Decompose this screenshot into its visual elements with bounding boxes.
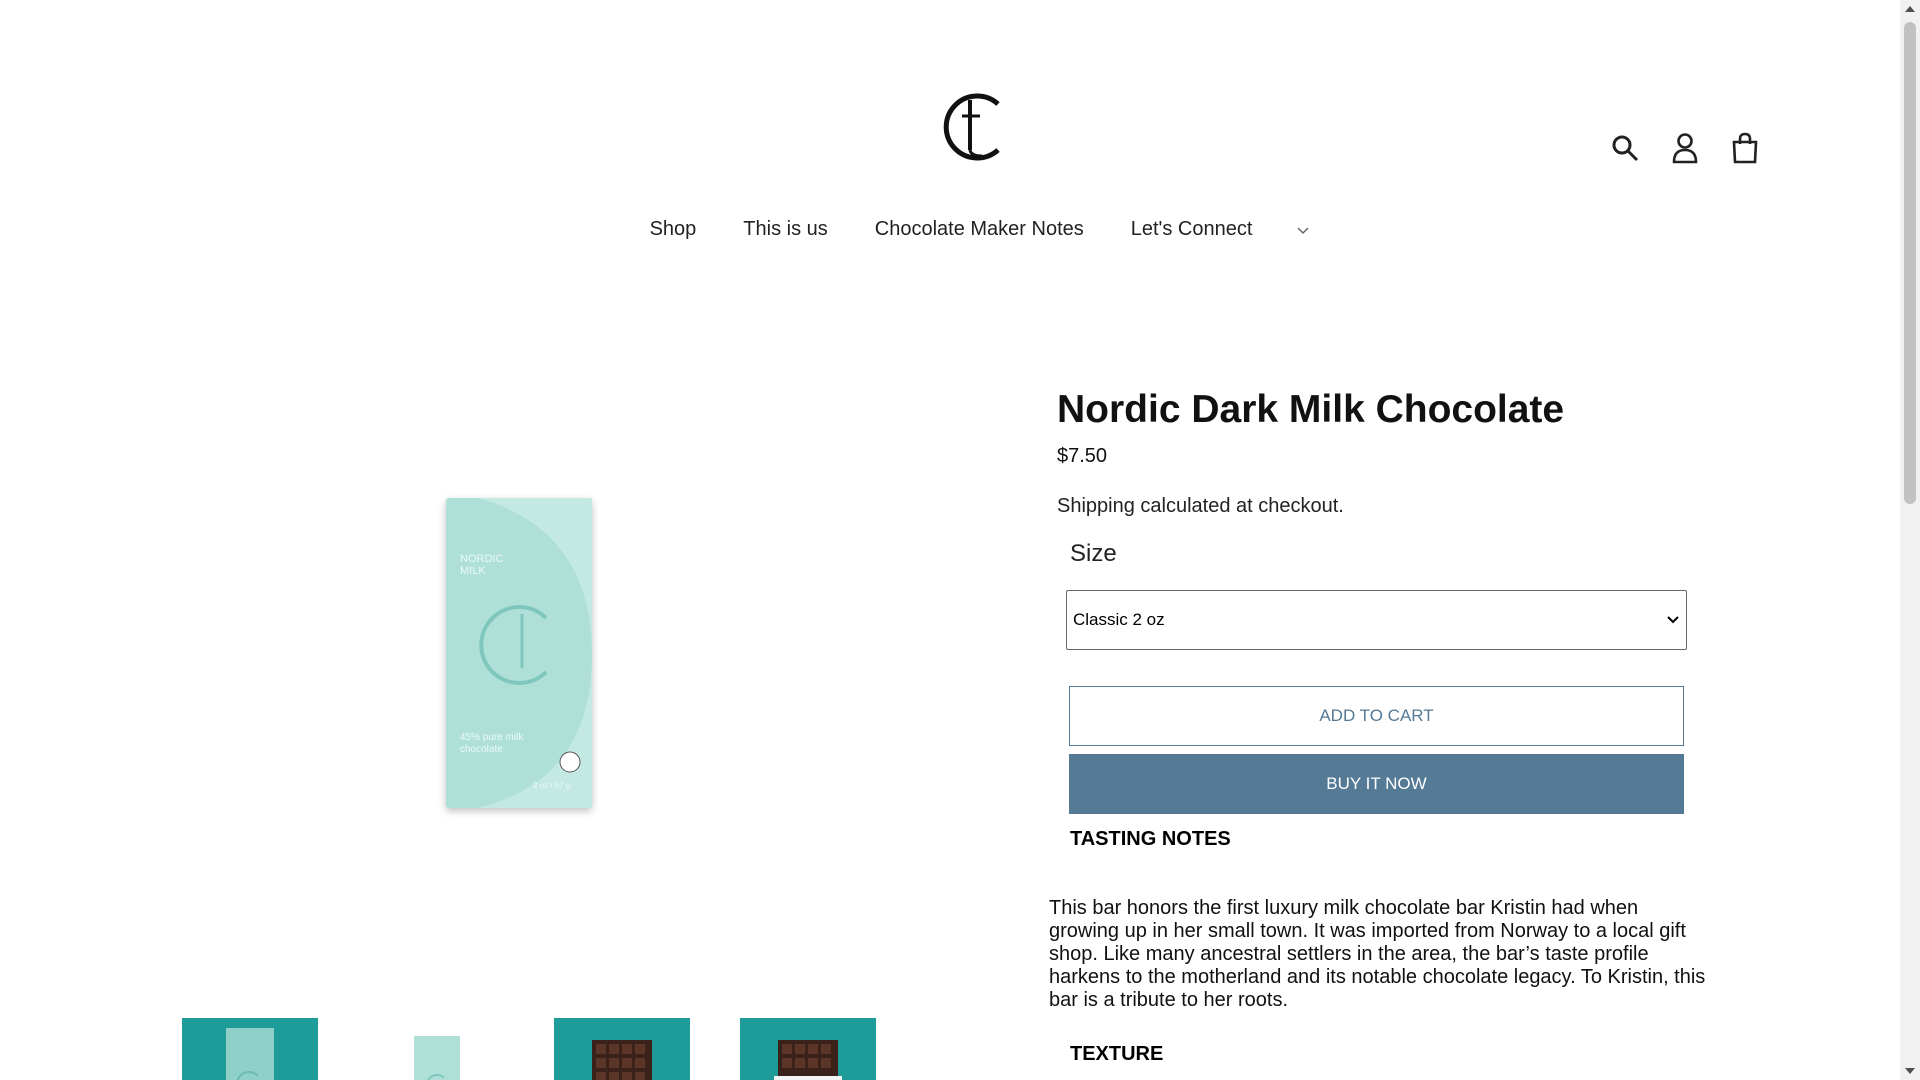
shipping-note: Shipping calculated at checkout. <box>1057 495 1344 518</box>
page-scrollbar[interactable] <box>1900 0 1920 1080</box>
package-pct1: 45% pure milk <box>460 732 524 743</box>
scroll-up-icon[interactable] <box>1905 6 1915 12</box>
shipping-note-text: calculated at checkout. <box>1134 495 1344 517</box>
nav-this-is-us[interactable]: This is us <box>743 218 827 241</box>
product-description: This bar honors the first luxury milk ch… <box>1049 897 1706 1011</box>
package-weight: 2 oz / 57 g <box>533 781 570 790</box>
texture-heading: TEXTURE <box>1070 1043 1164 1065</box>
package-line1: NORDIC <box>460 553 503 565</box>
add-to-cart-button[interactable]: ADD TO CART <box>1069 686 1684 746</box>
package-pct2: chocolate <box>460 744 503 755</box>
search-icon[interactable] <box>1610 128 1640 168</box>
nav-shop[interactable]: Shop <box>650 218 697 241</box>
thumbnail-1[interactable] <box>182 1018 318 1080</box>
thumbnail-3[interactable] <box>554 1018 690 1080</box>
chevron-down-icon <box>1667 616 1679 624</box>
header-icons <box>1610 128 1760 168</box>
thumbnail-strip <box>182 1018 876 1080</box>
chevron-down-icon <box>1297 226 1309 234</box>
product-main-image[interactable]: NORDIC MILK 45% pure milk chocolate 2 oz… <box>438 490 598 820</box>
size-select[interactable]: Classic 2 oz <box>1066 590 1687 650</box>
scrollbar-thumb[interactable] <box>1904 22 1916 504</box>
nav-lets-connect-label: Let's Connect <box>1130 218 1253 240</box>
shipping-link[interactable]: Shipping <box>1057 495 1135 517</box>
package-line2: MILK <box>460 565 486 577</box>
buy-it-now-button[interactable]: BUY IT NOW <box>1069 754 1684 814</box>
cart-icon[interactable] <box>1730 128 1760 168</box>
thumbnail-4[interactable] <box>740 1018 876 1080</box>
brand-logo[interactable] <box>938 90 1008 164</box>
tasting-notes-heading: TASTING NOTES <box>1070 828 1231 850</box>
nav-chocolate-maker-notes[interactable]: Chocolate Maker Notes <box>875 218 1084 241</box>
size-select-value: Classic 2 oz <box>1073 610 1165 629</box>
product-title: Nordic Dark Milk Chocolate <box>1057 388 1565 431</box>
account-icon[interactable] <box>1670 128 1700 168</box>
organic-seal-icon <box>559 751 581 773</box>
scroll-down-icon[interactable] <box>1905 1068 1915 1074</box>
size-label: Size <box>1070 540 1117 567</box>
main-nav: Shop This is us Chocolate Maker Notes Le… <box>0 218 1900 241</box>
product-price: $7.50 <box>1057 445 1108 467</box>
thumbnail-2[interactable] <box>368 1018 504 1080</box>
nav-lets-connect[interactable]: Let's Connect <box>1131 218 1311 241</box>
